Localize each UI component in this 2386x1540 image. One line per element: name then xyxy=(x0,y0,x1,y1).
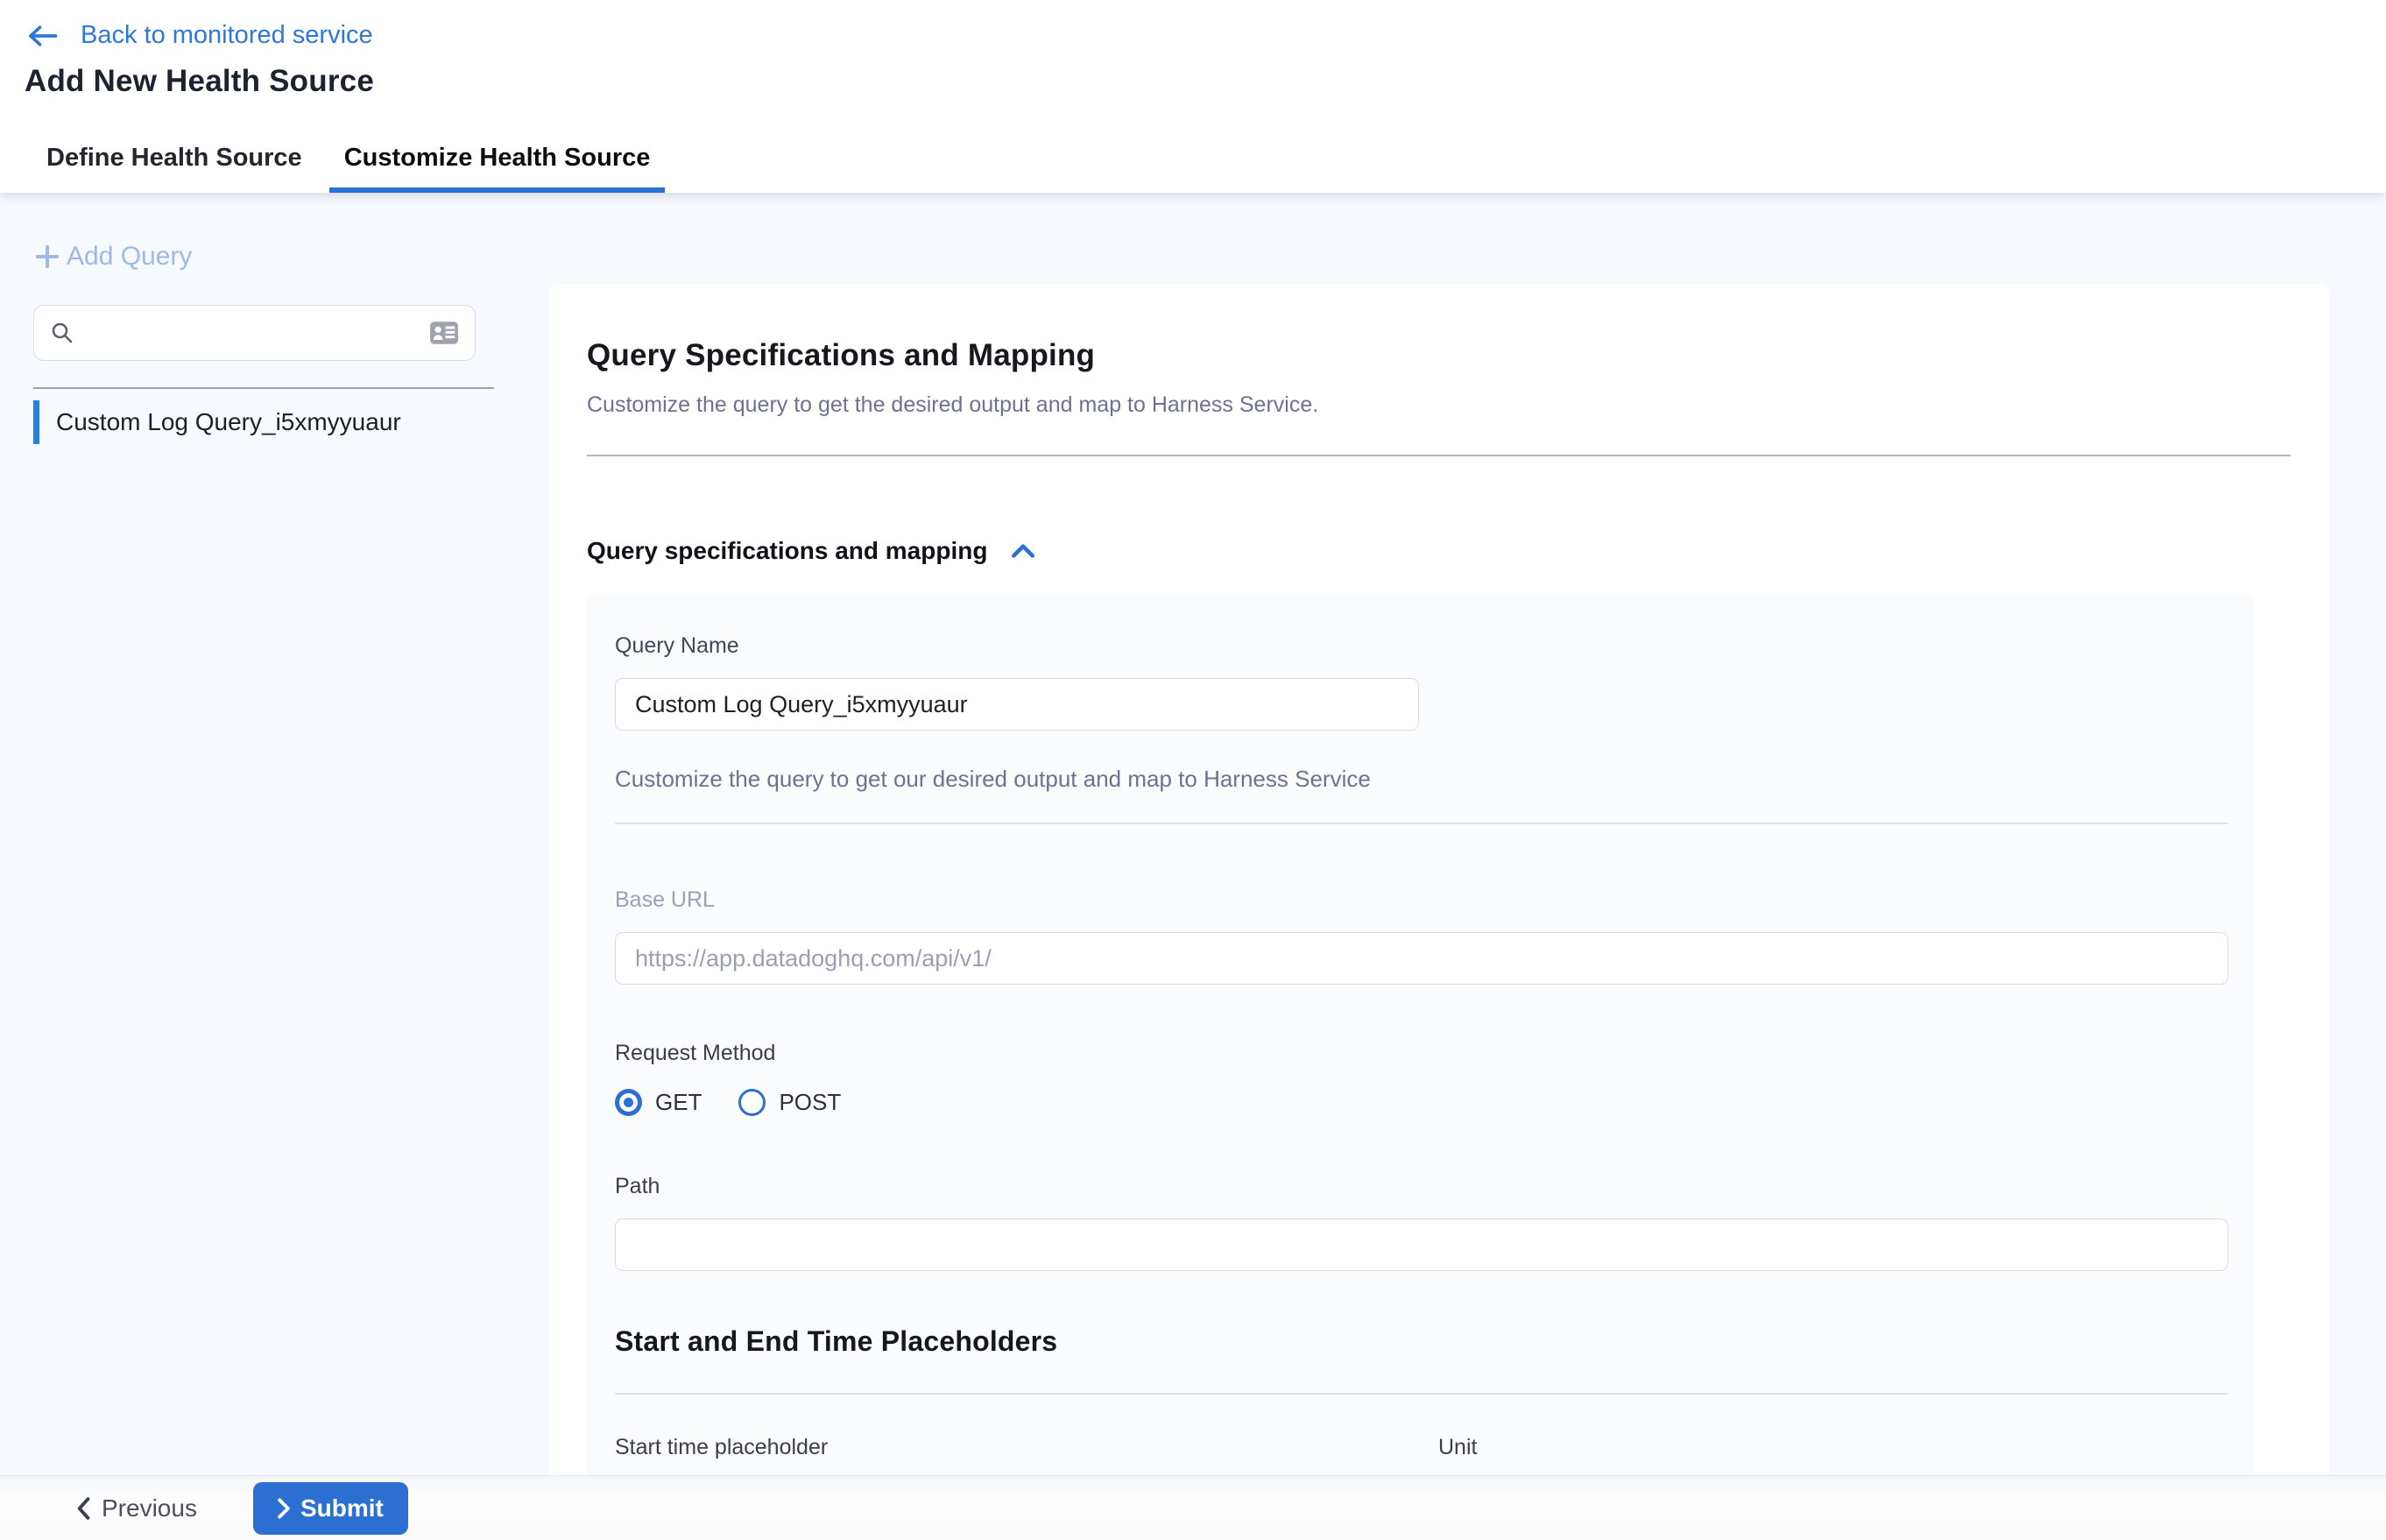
tab-bar: Define Health Source Customize Health So… xyxy=(0,144,2386,193)
selected-indicator-bar xyxy=(33,400,39,444)
time-placeholders-heading: Start and End Time Placeholders xyxy=(615,1325,2228,1358)
chevron-left-icon xyxy=(75,1497,91,1520)
request-method-radio-group: GET POST xyxy=(615,1089,2228,1116)
radio-unselected-icon xyxy=(738,1089,766,1116)
tab-define-health-source[interactable]: Define Health Source xyxy=(32,144,317,193)
start-time-field: Start time placeholder xyxy=(615,1435,1403,1475)
unit-field: Unit Seconds xyxy=(1438,1435,2220,1475)
path-label: Path xyxy=(615,1174,2228,1199)
radio-get-label: GET xyxy=(655,1089,702,1116)
main-panel: Query Specifications and Mapping Customi… xyxy=(549,284,2329,1475)
tab-customize-health-source[interactable]: Customize Health Source xyxy=(329,144,666,193)
radio-post-label: POST xyxy=(779,1089,841,1116)
section-header: Query specifications and mapping xyxy=(587,537,2329,565)
query-sidebar: Add Query xyxy=(0,193,543,445)
previous-button-label: Previous xyxy=(102,1494,197,1522)
page-header: Back to monitored service Add New Health… xyxy=(0,0,2386,193)
submit-button[interactable]: Submit xyxy=(253,1482,408,1535)
add-query-button[interactable]: Add Query xyxy=(33,242,192,272)
radio-option-get[interactable]: GET xyxy=(615,1089,702,1116)
path-input[interactable] xyxy=(615,1219,2228,1271)
base-url-input[interactable] xyxy=(615,932,2228,985)
search-icon xyxy=(50,321,74,345)
back-link-label: Back to monitored service xyxy=(81,21,373,50)
card-divider xyxy=(615,823,2228,824)
base-url-label: Base URL xyxy=(615,887,2228,913)
plus-icon xyxy=(33,243,61,271)
page-title: Add New Health Source xyxy=(25,64,2386,99)
panel-title: Query Specifications and Mapping xyxy=(587,338,2291,373)
chevron-right-icon xyxy=(278,1498,291,1519)
time-placeholders-row: Start time placeholder Unit Seconds xyxy=(615,1435,2228,1475)
content-area: Add Query xyxy=(0,193,2386,1475)
add-query-label: Add Query xyxy=(67,242,192,272)
panel-header: Query Specifications and Mapping Customi… xyxy=(549,284,2329,456)
previous-button[interactable]: Previous xyxy=(75,1494,197,1522)
sidebar-divider xyxy=(33,387,494,389)
request-method-label: Request Method xyxy=(615,1041,2228,1066)
id-card-icon[interactable] xyxy=(429,321,459,345)
unit-label: Unit xyxy=(1438,1435,2220,1460)
back-link[interactable]: Back to monitored service xyxy=(26,21,2386,50)
collapse-section-button[interactable] xyxy=(1010,542,1036,560)
arrow-left-icon xyxy=(26,24,58,48)
start-time-label: Start time placeholder xyxy=(615,1435,1403,1460)
query-name-label: Query Name xyxy=(615,633,2228,659)
query-list-item[interactable]: Custom Log Query_i5xmyyuaur xyxy=(0,399,543,445)
panel-subtitle: Customize the query to get the desired o… xyxy=(587,392,2291,418)
panel-body: Query specifications and mapping Query N… xyxy=(549,456,2329,1475)
query-item-label: Custom Log Query_i5xmyyuaur xyxy=(56,408,401,436)
app-root: Back to monitored service Add New Health… xyxy=(0,0,2386,1540)
query-search-input[interactable] xyxy=(87,306,429,360)
query-search-box xyxy=(33,305,476,361)
submit-button-label: Submit xyxy=(300,1494,384,1522)
radio-selected-icon xyxy=(615,1089,642,1116)
query-spec-card: Query Name Customize the query to get ou… xyxy=(587,593,2255,1475)
query-name-input[interactable] xyxy=(615,678,1419,731)
chevron-up-icon xyxy=(1010,542,1036,560)
query-name-helper: Customize the query to get our desired o… xyxy=(615,766,2228,793)
time-placeholders-divider xyxy=(615,1393,2228,1395)
section-title: Query specifications and mapping xyxy=(587,537,987,565)
query-list: Custom Log Query_i5xmyyuaur xyxy=(0,399,543,445)
radio-option-post[interactable]: POST xyxy=(738,1089,841,1116)
footer-bar: Previous Submit xyxy=(0,1475,2386,1540)
